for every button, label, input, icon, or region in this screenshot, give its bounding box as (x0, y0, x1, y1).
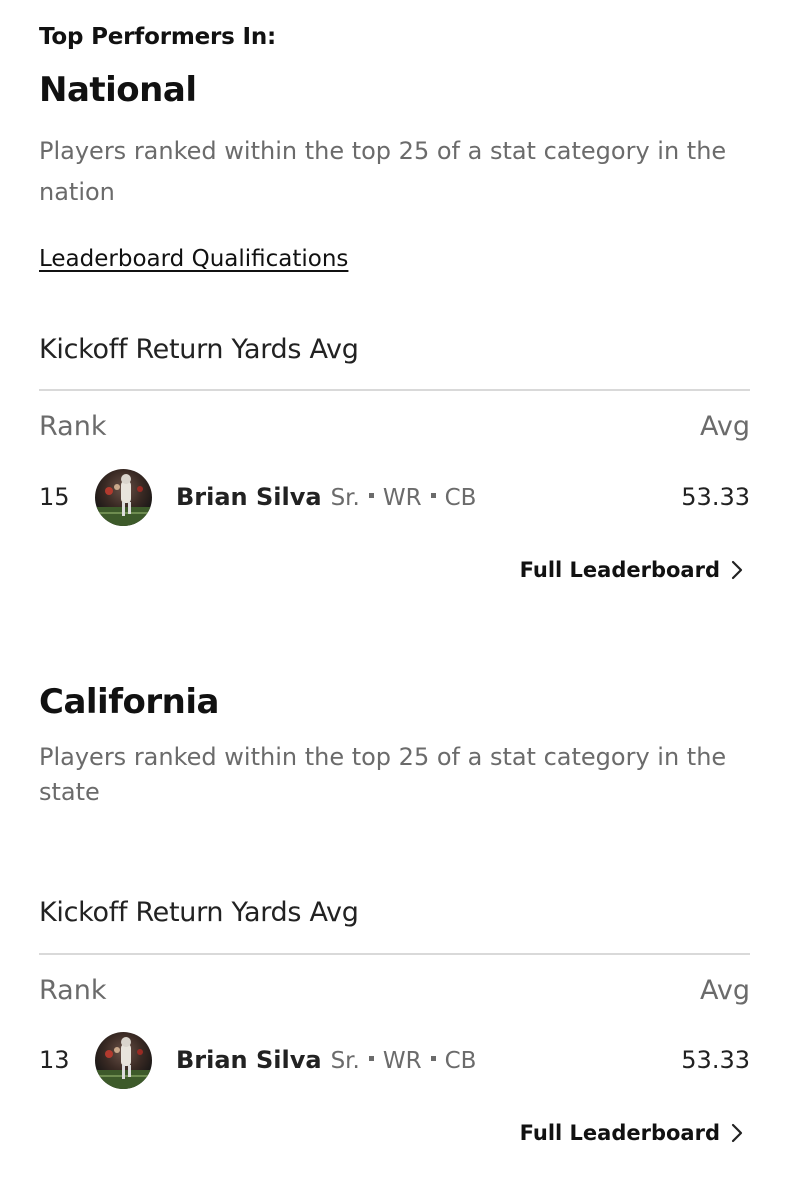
category-title-california: Kickoff Return Yards Avg (39, 897, 359, 928)
full-leaderboard-link[interactable]: Full Leaderboard (520, 1121, 744, 1145)
player-name[interactable]: Brian Silva (176, 1046, 322, 1074)
separator-dot (368, 1056, 374, 1061)
rank-value: 13 (39, 1046, 70, 1074)
avg-column-header: Avg (699, 411, 750, 442)
full-leaderboard-link[interactable]: Full Leaderboard (520, 558, 744, 582)
avg-value: 53.33 (681, 1046, 750, 1074)
chevron-right-icon (731, 560, 743, 580)
leaderboard-qualifications-link[interactable]: Leaderboard Qualifications (39, 246, 348, 272)
player-name[interactable]: Brian Silva (176, 483, 322, 511)
separator-dot (430, 1056, 436, 1061)
full-leaderboard-label: Full Leaderboard (519, 558, 720, 582)
rank-column-header: Rank (39, 975, 107, 1006)
section-title-national: National (39, 70, 197, 110)
section-description-california: Players ranked within the top 25 of a st… (39, 743, 727, 806)
player-meta: Sr. WR CB (331, 485, 477, 511)
rank-value: 15 (39, 483, 70, 511)
player-meta: Sr. WR CB (331, 1048, 477, 1074)
table-row[interactable]: 15 Brian Silva Sr. WR CB 53.33 (39, 467, 750, 527)
separator-dot (368, 493, 374, 498)
player-position: WR (382, 1048, 422, 1074)
divider (39, 389, 750, 391)
player-class: Sr. (330, 1048, 360, 1074)
rank-column-header: Rank (39, 411, 107, 442)
full-leaderboard-label: Full Leaderboard (519, 1121, 720, 1145)
player-info: Brian Silva Sr. WR CB (176, 483, 681, 511)
section-title-california: California (39, 682, 219, 722)
category-title-national: Kickoff Return Yards Avg (39, 334, 359, 365)
separator-dot (430, 493, 436, 498)
player-class: Sr. (330, 485, 360, 511)
avatar[interactable] (95, 468, 152, 526)
section-description-national: Players ranked within the top 25 of a st… (39, 137, 727, 206)
chevron-right-icon (731, 1123, 743, 1143)
player-position: WR (382, 485, 422, 511)
top-performers-heading: Top Performers In: (39, 24, 276, 50)
player-position: CB (444, 1048, 477, 1074)
avg-column-header: Avg (699, 975, 750, 1006)
player-position: CB (444, 485, 477, 511)
table-row[interactable]: 13 Brian Silva Sr. WR CB 53.33 (39, 1030, 750, 1090)
top-performers-page: Top Performers In: National Players rank… (0, 0, 788, 1200)
avatar[interactable] (95, 1031, 152, 1089)
player-info: Brian Silva Sr. WR CB (176, 1046, 681, 1074)
avg-value: 53.33 (681, 483, 750, 511)
divider (39, 953, 750, 955)
